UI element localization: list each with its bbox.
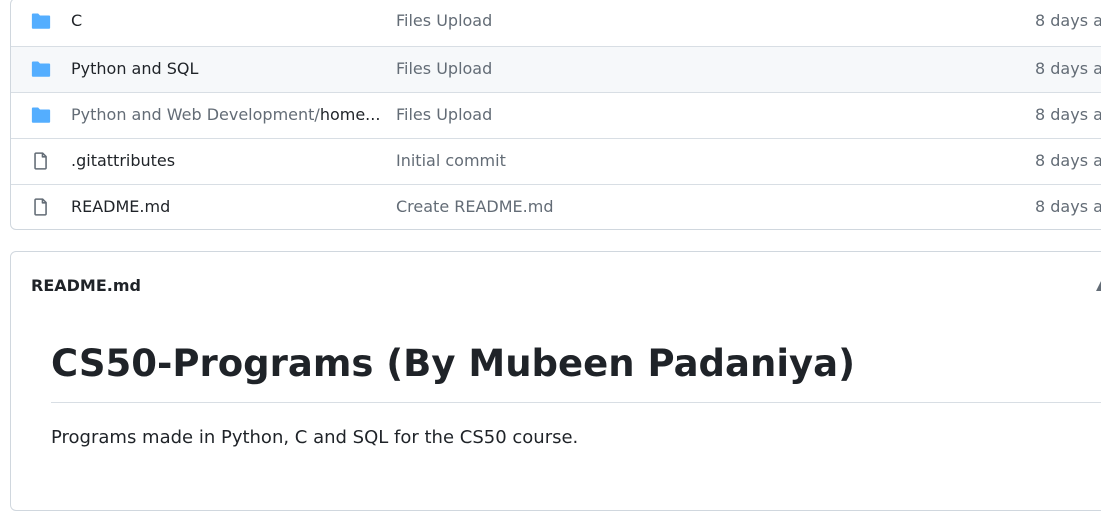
commit-message-link[interactable]: Files Upload bbox=[396, 59, 492, 78]
file-row[interactable]: README.md Create README.md 8 days ago bbox=[11, 184, 1101, 229]
file-name-link[interactable]: C bbox=[71, 11, 82, 30]
file-row[interactable]: Python and SQL Files Upload 8 days ago bbox=[11, 46, 1101, 92]
commit-message-link[interactable]: Initial commit bbox=[396, 151, 506, 170]
outline-icon[interactable]: ▲ bbox=[1096, 274, 1101, 293]
folder-icon bbox=[31, 60, 51, 78]
commit-age: 8 days ago bbox=[1035, 11, 1101, 30]
readme-description: Programs made in Python, C and SQL for t… bbox=[51, 427, 579, 448]
file-list: C Files Upload 8 days ago Python and SQL… bbox=[10, 0, 1101, 230]
file-row[interactable]: C Files Upload 8 days ago bbox=[11, 0, 1101, 46]
file-name-link[interactable]: Python and SQL bbox=[71, 59, 198, 78]
readme-header-link[interactable]: README.md bbox=[31, 276, 141, 295]
file-name-text[interactable]: README.md bbox=[71, 197, 170, 216]
file-name-path[interactable]: Python and Web Development/ bbox=[71, 105, 320, 124]
file-name-text[interactable]: .gitattributes bbox=[71, 151, 175, 170]
file-row[interactable]: Python and Web Development/home... Files… bbox=[11, 92, 1101, 138]
file-name-link[interactable]: Python and Web Development/home... bbox=[71, 105, 380, 124]
folder-icon bbox=[31, 106, 51, 124]
file-name-link[interactable]: .gitattributes bbox=[71, 151, 175, 170]
commit-age: 8 days ago bbox=[1035, 151, 1101, 170]
file-row[interactable]: .gitattributes Initial commit 8 days ago bbox=[11, 138, 1101, 184]
commit-message-link[interactable]: Files Upload bbox=[396, 11, 492, 30]
file-icon bbox=[31, 198, 51, 216]
readme-title: CS50-Programs (By Mubeen Padaniya) bbox=[51, 342, 856, 385]
commit-age: 8 days ago bbox=[1035, 197, 1101, 216]
file-name-text[interactable]: Python and SQL bbox=[71, 59, 198, 78]
file-name-text[interactable]: home... bbox=[320, 105, 381, 124]
file-icon bbox=[31, 152, 51, 170]
divider bbox=[51, 402, 1101, 403]
commit-message-link[interactable]: Create README.md bbox=[396, 197, 553, 216]
commit-age: 8 days ago bbox=[1035, 59, 1101, 78]
readme-panel: README.md ▲ CS50-Programs (By Mubeen Pad… bbox=[10, 251, 1101, 511]
file-name-text[interactable]: C bbox=[71, 11, 82, 30]
commit-age: 8 days ago bbox=[1035, 105, 1101, 124]
file-name-link[interactable]: README.md bbox=[71, 197, 170, 216]
folder-icon bbox=[31, 12, 51, 30]
commit-message-link[interactable]: Files Upload bbox=[396, 105, 492, 124]
